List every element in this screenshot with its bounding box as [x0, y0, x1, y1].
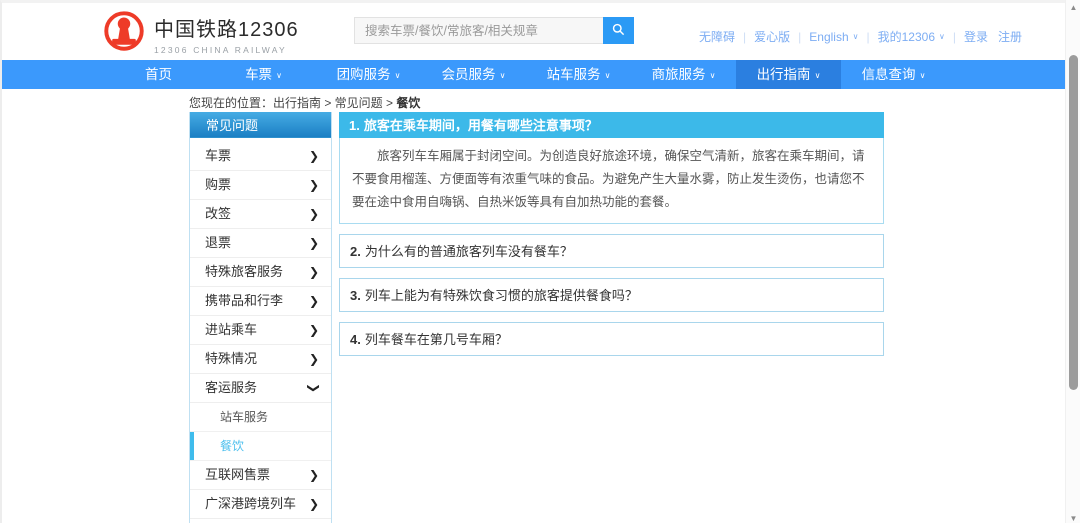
page: 中国铁路12306 12306 CHINA RAILWAY 无障碍 | 爱心版 … [0, 0, 1080, 523]
chevron-right-icon: ❯ [309, 287, 319, 315]
chevron-right-icon: ❯ [309, 345, 319, 373]
register-link[interactable]: 注册 [998, 28, 1022, 45]
breadcrumb: 您现在的位置：出行指南 > 常见问题 > 餐饮 [189, 94, 420, 111]
sidebar-subitem-station-train-service[interactable]: 站车服务 [190, 403, 331, 432]
nav-item-business-travel[interactable]: 商旅服务∨ [631, 60, 736, 89]
nav-item-station-service[interactable]: 站车服务∨ [526, 60, 631, 89]
divider: | [743, 30, 746, 44]
chevron-down-icon: ∨ [276, 71, 282, 80]
sidebar-item-passenger-service[interactable]: 客运服务 ❯ [190, 374, 331, 403]
scroll-down-button[interactable]: ▼ [1066, 514, 1080, 523]
sidebar-item-tickets[interactable]: 车票 ❯ [190, 142, 331, 171]
nav-item-member-service[interactable]: 会员服务∨ [421, 60, 526, 89]
nav-item-travel-guide[interactable]: 出行指南∨ [736, 60, 841, 89]
sidebar-subitem-dining[interactable]: 餐饮 [190, 432, 331, 461]
chevron-right-icon: ❯ [309, 461, 319, 489]
faq-question-1[interactable]: 1.旅客在乘车期间，用餐有哪些注意事项？ [339, 112, 884, 138]
sidebar-item-refund[interactable]: 退票 ❯ [190, 229, 331, 258]
chevron-right-icon: ❯ [309, 229, 319, 257]
faq-question-4[interactable]: 4.列车餐车在第几号车厢？ [339, 322, 884, 356]
scroll-thumb[interactable] [1069, 55, 1078, 390]
search-input[interactable] [354, 17, 603, 44]
chevron-down-icon: ∨ [853, 32, 859, 41]
main-nav: 首页 车票∨ 团购服务∨ 会员服务∨ 站车服务∨ 商旅服务∨ 出行指南∨ 信息查… [2, 60, 1065, 89]
faq-panel: 1.旅客在乘车期间，用餐有哪些注意事项？ 旅客列车车厢属于封闭空间。为创造良好旅… [339, 112, 884, 356]
divider: | [867, 30, 870, 44]
sidebar-title: 常见问题 [189, 112, 332, 138]
chevron-right-icon: ❯ [309, 171, 319, 199]
chevron-down-icon: ∨ [605, 71, 611, 80]
logo-title: 中国铁路12306 [154, 13, 299, 42]
faq-question-3[interactable]: 3.列车上能为有特殊饮食习惯的旅客提供餐食吗？ [339, 278, 884, 312]
logo[interactable]: 中国铁路12306 12306 CHINA RAILWAY [103, 10, 299, 57]
top-links: 无障碍 | 爱心版 | English ∨ | 我的12306 ∨ | 登录 注… [699, 28, 1022, 45]
sidebar-item-rebook[interactable]: 改签 ❯ [190, 200, 331, 229]
search-icon [612, 23, 625, 39]
sidebar-item-internet-ticketing[interactable]: 互联网售票 ❯ [190, 461, 331, 490]
nav-item-group-service[interactable]: 团购服务∨ [316, 60, 421, 89]
chevron-right-icon: ❯ [309, 316, 319, 344]
sidebar-item-luggage[interactable]: 携带品和行李 ❯ [190, 287, 331, 316]
chevron-right-icon: ❯ [309, 142, 319, 170]
chevron-down-icon: ❯ [300, 383, 328, 393]
search-bar [354, 17, 634, 44]
breadcrumb-current: 餐饮 [396, 96, 420, 110]
link-care-version[interactable]: 爱心版 [754, 28, 790, 45]
divider: | [953, 30, 956, 44]
railway-emblem-icon [103, 10, 145, 57]
login-link[interactable]: 登录 [964, 28, 988, 45]
nav-item-home[interactable]: 首页 [106, 60, 211, 89]
divider: | [798, 30, 801, 44]
chevron-down-icon: ∨ [710, 71, 716, 80]
chevron-down-icon: ∨ [920, 71, 926, 80]
sidebar-item-special-situations[interactable]: 特殊情况 ❯ [190, 345, 331, 374]
link-my12306[interactable]: 我的12306 [878, 28, 935, 45]
logo-subtitle: 12306 CHINA RAILWAY [154, 45, 299, 55]
nav-item-tickets[interactable]: 车票∨ [211, 60, 316, 89]
top-bar: 中国铁路12306 12306 CHINA RAILWAY 无障碍 | 爱心版 … [2, 3, 1065, 57]
nav-item-info-query[interactable]: 信息查询∨ [841, 60, 946, 89]
chevron-right-icon: ❯ [309, 258, 319, 286]
sidebar: 常见问题 车票 ❯ 购票 ❯ 改签 ❯ 退票 ❯ 特殊旅客服务 ❯ [189, 112, 332, 523]
chevron-down-icon: ∨ [939, 32, 945, 41]
link-english[interactable]: English [809, 30, 848, 44]
sidebar-item-buy-tickets[interactable]: 购票 ❯ [190, 171, 331, 200]
chevron-down-icon: ∨ [500, 71, 506, 80]
scrollbar[interactable]: ▲ ▼ [1065, 0, 1080, 523]
chevron-down-icon: ∨ [395, 71, 401, 80]
chevron-right-icon: ❯ [309, 490, 319, 518]
search-button[interactable] [603, 17, 634, 44]
chevron-down-icon: ∨ [815, 71, 821, 80]
sidebar-item-gz-sz-hk-trains[interactable]: 广深港跨境列车 ❯ [190, 490, 331, 519]
faq-answer-1: 旅客列车车厢属于封闭空间。为创造良好旅途环境，确保空气清新，旅客在乘车期间，请不… [339, 138, 884, 224]
sidebar-item-boarding[interactable]: 进站乘车 ❯ [190, 316, 331, 345]
chevron-right-icon: ❯ [309, 200, 319, 228]
scroll-up-button[interactable]: ▲ [1066, 3, 1080, 12]
faq-question-2[interactable]: 2.为什么有的普通旅客列车没有餐车？ [339, 234, 884, 268]
sidebar-item-special-passenger[interactable]: 特殊旅客服务 ❯ [190, 258, 331, 287]
link-accessibility[interactable]: 无障碍 [699, 28, 735, 45]
